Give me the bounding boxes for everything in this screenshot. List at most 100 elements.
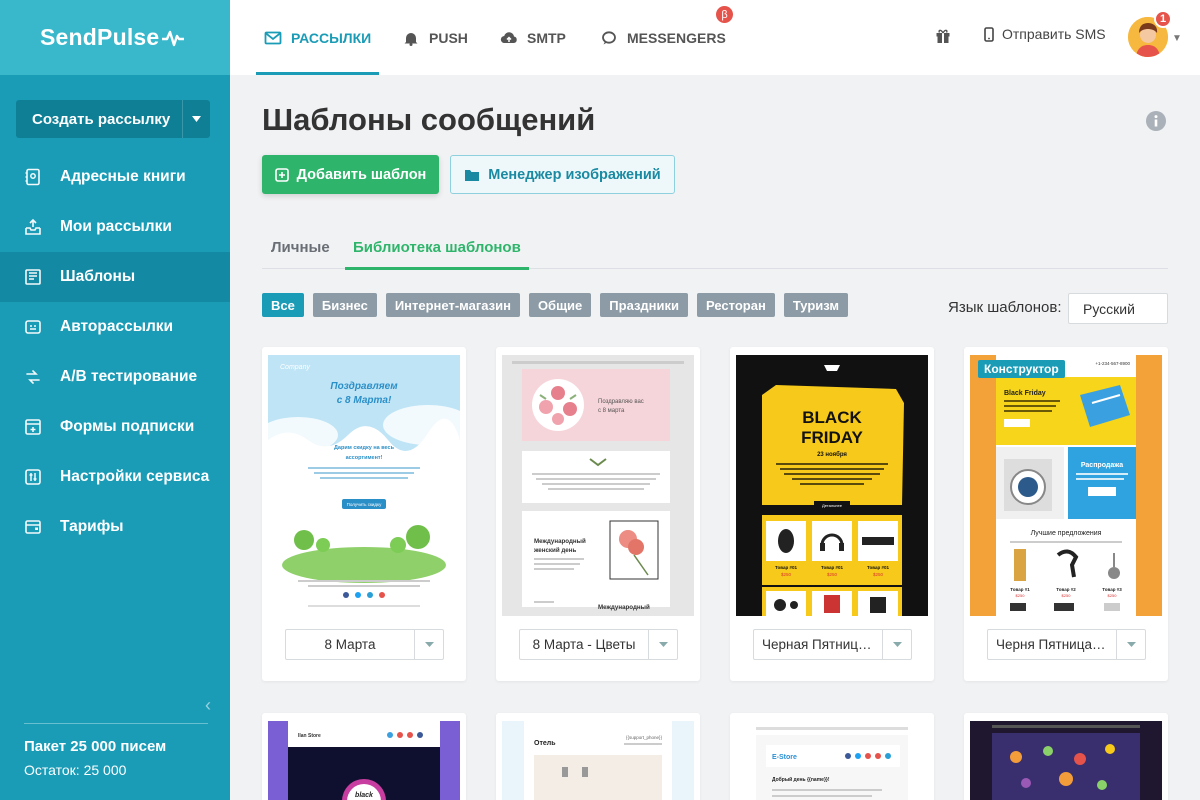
sidebar-item-pricing[interactable]: Тарифы	[0, 502, 230, 552]
template-card[interactable]: BLACK FRIDAY 23 ноября Детальнее Товар #…	[730, 347, 934, 681]
top-bar: РАССЫЛКИ PUSH SMTP MESSENGERS β Отправит…	[230, 0, 1200, 75]
svg-text:$250: $250	[1062, 593, 1072, 598]
template-card[interactable]: Halloween	[964, 713, 1168, 800]
svg-text:Лучшие предложения: Лучшие предложения	[1031, 530, 1102, 537]
caret-down-icon	[892, 642, 902, 647]
template-menu-caret[interactable]	[414, 630, 443, 659]
info-icon[interactable]	[1146, 111, 1166, 131]
template-preview[interactable]: E-Store Добрый день {{name}}!	[736, 721, 928, 800]
send-sms-button[interactable]: Отправить SMS	[984, 26, 1106, 42]
tab-personal[interactable]: Личные	[271, 225, 330, 269]
template-actions-select[interactable]: 8 Марта - Цветы	[519, 629, 678, 660]
template-card[interactable]: Поздравляю вас с 8 марта Международный ж…	[496, 347, 700, 681]
template-menu-caret[interactable]	[1116, 630, 1145, 659]
plan-remaining: Остаток: 25 000	[24, 762, 127, 778]
envelope-icon	[264, 31, 282, 44]
svg-text:Поздравляю вас: Поздравляю вас	[598, 399, 644, 405]
svg-text:$250: $250	[781, 572, 792, 577]
sidebar-item-settings[interactable]: Настройки сервиса	[0, 452, 230, 502]
svg-text:Международный: Международный	[534, 538, 586, 545]
filter-restaurant[interactable]: Ресторан	[697, 293, 775, 317]
sidebar-item-templates[interactable]: Шаблоны	[0, 252, 230, 302]
template-name: Черня Пятница поп...	[996, 637, 1116, 652]
sidebar-item-label: Адресные книги	[60, 168, 186, 185]
sidebar-item-automation[interactable]: Авторассылки	[0, 302, 230, 352]
image-manager-button[interactable]: Менеджер изображений	[450, 155, 675, 194]
automation-icon	[25, 320, 41, 334]
template-preview[interactable]: +1-234-567-8900 Black Friday Распродажа …	[970, 355, 1162, 616]
template-card[interactable]: Company Поздравляем с 8 Марта! Дарим ски…	[262, 347, 466, 681]
template-preview[interactable]: Поздравляю вас с 8 марта Международный ж…	[502, 355, 694, 616]
sidebar-item-address-books[interactable]: Адресные книги	[0, 152, 230, 202]
tab-campaigns[interactable]: РАССЫЛКИ	[255, 0, 380, 75]
svg-text:Поздравляем: Поздравляем	[330, 381, 398, 392]
sidebar: SendPulse Создать рассылку Адресные книг…	[0, 0, 230, 800]
template-card[interactable]: Ilan Store black friday sale	[262, 713, 466, 800]
svg-text:ассортимент!: ассортимент!	[346, 455, 383, 461]
sidebar-item-ab-testing[interactable]: A/B тестирование	[0, 352, 230, 402]
preview-phone: +1-234-567-8900	[1095, 361, 1130, 366]
filter-tourism[interactable]: Туризм	[783, 293, 849, 317]
svg-text:Товар #01: Товар #01	[775, 565, 797, 570]
sidebar-item-label: A/B тестирование	[60, 368, 198, 385]
collapse-sidebar-icon[interactable]: ‹	[205, 695, 221, 715]
svg-text:$250: $250	[1016, 593, 1026, 598]
template-preview[interactable]: Ilan Store black friday sale	[268, 721, 460, 800]
folder-icon	[465, 169, 480, 181]
create-campaign-dropdown[interactable]	[182, 100, 210, 138]
template-actions-select[interactable]: Черня Пятница поп...	[987, 629, 1146, 660]
category-filters: Все Бизнес Интернет-магазин Общие Праздн…	[262, 293, 849, 317]
settings-icon	[25, 469, 41, 485]
template-card[interactable]: E-Store Добрый день {{name}}!	[730, 713, 934, 800]
svg-text:Товар #01: Товар #01	[867, 565, 889, 570]
filter-business[interactable]: Бизнес	[312, 293, 377, 317]
constructor-badge: Конструктор	[978, 360, 1065, 378]
sidebar-item-subscription-forms[interactable]: Формы подписки	[0, 402, 230, 452]
create-campaign-button[interactable]: Создать рассылку	[16, 100, 210, 138]
template-card[interactable]: +1-234-567-8900 Black Friday Распродажа …	[964, 347, 1168, 681]
preview-product-2: Товар #2	[1056, 587, 1076, 592]
add-template-button[interactable]: Добавить шаблон	[262, 155, 439, 194]
template-actions-select[interactable]: 8 Марта	[285, 629, 444, 660]
template-tabs: Личные Библиотека шаблонов	[262, 225, 1168, 270]
filter-online-store[interactable]: Интернет-магазин	[385, 293, 520, 317]
preview-button: Получить скидку	[347, 502, 382, 507]
preview-brand: Company	[280, 364, 310, 371]
tab-push-label: PUSH	[429, 29, 468, 46]
svg-text:с 8 Марта!: с 8 Марта!	[337, 395, 392, 406]
preview-product-1: Товар #1	[1010, 587, 1030, 592]
svg-text:$250: $250	[1108, 593, 1118, 598]
filter-holidays[interactable]: Праздники	[600, 293, 689, 317]
filter-general[interactable]: Общие	[528, 293, 592, 317]
user-menu-caret-icon[interactable]: ▼	[1172, 33, 1182, 44]
svg-text:Black Friday: Black Friday	[1004, 390, 1046, 397]
template-actions-select[interactable]: Черная Пятница Ма...	[753, 629, 912, 660]
gift-icon[interactable]	[935, 28, 951, 44]
filter-all[interactable]: Все	[262, 293, 304, 317]
template-menu-caret[interactable]	[882, 630, 911, 659]
sendpulse-logo[interactable]: SendPulse	[0, 0, 230, 75]
notification-count-badge: 1	[1154, 10, 1172, 28]
template-preview[interactable]: Company Поздравляем с 8 Марта! Дарим ски…	[268, 355, 460, 616]
tab-campaigns-label: РАССЫЛКИ	[291, 29, 372, 46]
templates-icon	[25, 269, 41, 285]
svg-text:женский день: женский день	[533, 547, 576, 554]
svg-text:BLACK: BLACK	[802, 408, 862, 427]
template-card[interactable]: Отель {{support_phone}}	[496, 713, 700, 800]
sidebar-item-my-campaigns[interactable]: Мои рассылки	[0, 202, 230, 252]
template-menu-caret[interactable]	[648, 630, 677, 659]
template-preview[interactable]: Отель {{support_phone}}	[502, 721, 694, 800]
tab-push[interactable]: PUSH	[402, 0, 468, 75]
template-preview[interactable]: BLACK FRIDAY 23 ноября Детальнее Товар #…	[736, 355, 928, 616]
svg-text:Дарим скидку на весь: Дарим скидку на весь	[334, 445, 395, 451]
template-preview[interactable]: Halloween	[970, 721, 1162, 800]
preview-greeting: Добрый день {{name}}!	[772, 776, 830, 783]
plus-square-icon	[274, 167, 289, 182]
svg-text:с 8 марта: с 8 марта	[598, 408, 625, 414]
template-language-select[interactable]: Русский	[1068, 293, 1168, 324]
tab-smtp[interactable]: SMTP	[500, 0, 566, 75]
phone-icon	[984, 26, 994, 42]
tab-messengers[interactable]: MESSENGERS	[600, 0, 726, 75]
tab-template-library[interactable]: Библиотека шаблонов	[345, 225, 529, 270]
pricing-icon	[25, 520, 41, 534]
